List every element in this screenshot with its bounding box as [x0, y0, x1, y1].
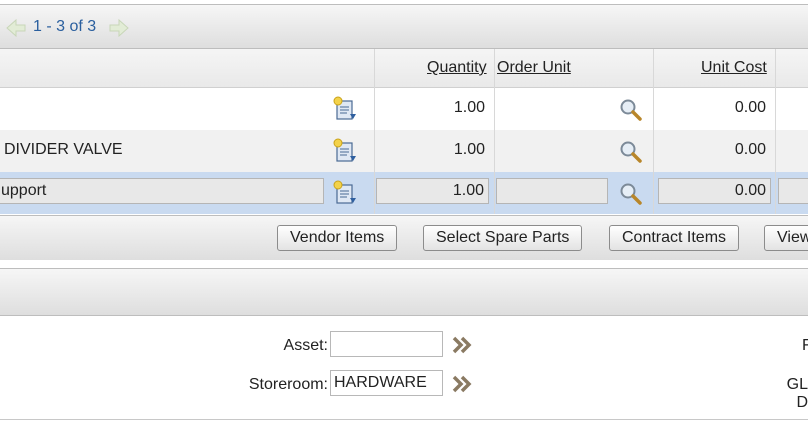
unit-cost-field-value: 0.00 — [734, 182, 766, 199]
row-unit-cost: 0.00 — [734, 99, 766, 116]
detail-note-icon[interactable] — [333, 138, 359, 164]
magnifier-icon[interactable] — [619, 182, 643, 206]
view-button[interactable]: View — [764, 225, 808, 251]
arrow-left-icon[interactable] — [5, 18, 27, 38]
table-button-bar: Vendor Items Select Spare Parts Contract… — [0, 215, 808, 261]
description-field[interactable]: upport — [0, 178, 324, 204]
row-quantity: 1.00 — [453, 141, 485, 158]
magnifier-icon[interactable] — [619, 98, 643, 122]
row-description: DIVIDER VALVE — [4, 141, 123, 158]
section-bottom-border — [0, 419, 808, 420]
table-header: Quantity Order Unit Unit Cost — [0, 49, 808, 88]
row-quantity: 1.00 — [453, 99, 485, 116]
contract-items-button[interactable]: Contract Items — [609, 225, 740, 251]
column-header-quantity[interactable]: Quantity — [427, 59, 487, 77]
detail-note-icon[interactable] — [333, 180, 359, 206]
asset-label: Asset: — [283, 337, 328, 354]
gl-label: GL D — [786, 376, 808, 411]
vendor-items-button[interactable]: Vendor Items — [277, 225, 398, 251]
next-column-field[interactable] — [778, 178, 808, 204]
pager-range: 1 - 3 of 3 — [33, 18, 97, 35]
arrow-right-icon[interactable] — [108, 18, 130, 38]
magnifier-icon[interactable] — [619, 140, 643, 164]
column-header-order-unit[interactable]: Order Unit — [497, 59, 571, 77]
section-gap — [0, 260, 808, 268]
column-divider — [494, 49, 495, 214]
pager-bar: 1 - 3 of 3 — [0, 4, 808, 49]
asset-field[interactable] — [330, 331, 443, 357]
storeroom-field[interactable]: HARDWARE — [330, 370, 443, 396]
column-divider — [775, 49, 776, 214]
row-unit-cost: 0.00 — [734, 141, 766, 158]
detail-note-icon[interactable] — [333, 96, 359, 122]
section-header — [0, 268, 808, 316]
order-unit-field[interactable] — [496, 178, 608, 204]
column-divider — [374, 49, 375, 214]
table-row[interactable]: 1.00 0.00 — [0, 88, 808, 130]
storeroom-label: Storeroom: — [248, 376, 328, 393]
table-row[interactable]: DIVIDER VALVE 1.00 0.00 — [0, 130, 808, 172]
select-spare-parts-button[interactable]: Select Spare Parts — [423, 225, 583, 251]
table-row-selected[interactable]: upport 1.00 0.00 — [0, 172, 808, 214]
column-divider — [653, 49, 654, 214]
double-chevron-right-icon[interactable] — [452, 336, 472, 354]
quantity-field[interactable]: 1.00 — [376, 178, 489, 204]
storeroom-field-value: HARDWARE — [334, 374, 427, 391]
right-field-label: F — [802, 337, 808, 354]
double-chevron-right-icon[interactable] — [452, 375, 472, 393]
description-field-value: upport — [1, 182, 47, 199]
quantity-field-value: 1.00 — [452, 182, 484, 199]
unit-cost-field[interactable]: 0.00 — [658, 178, 771, 204]
column-header-unit-cost[interactable]: Unit Cost — [701, 59, 767, 77]
